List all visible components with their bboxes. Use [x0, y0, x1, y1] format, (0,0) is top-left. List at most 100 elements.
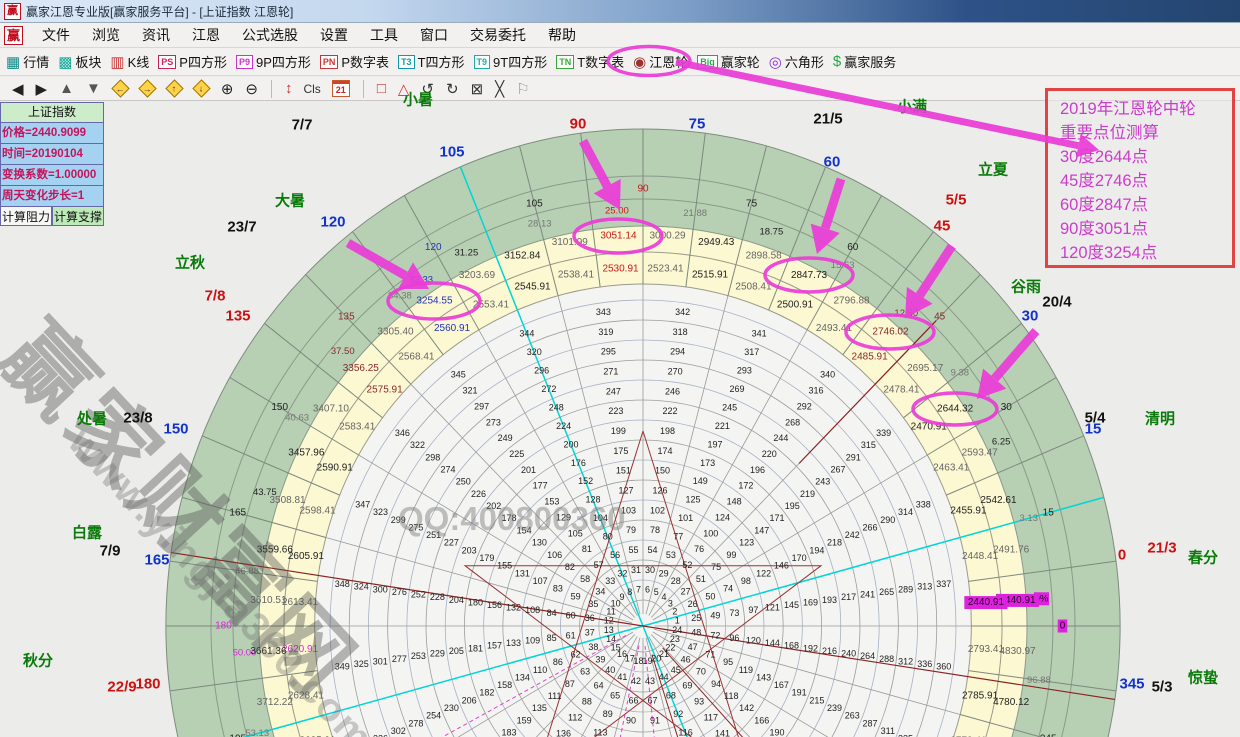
menu-item-8[interactable]: 交易委托 — [459, 25, 537, 45]
wheel-number: 2949.43 — [698, 237, 735, 248]
wheel-number: 312 — [898, 656, 913, 666]
menu-item-7[interactable]: 窗口 — [409, 25, 459, 45]
wheel-number: 224 — [556, 421, 571, 431]
zoom-out-icon[interactable]: ⊖ — [245, 80, 258, 98]
wheel-number: 36 — [585, 613, 595, 623]
updown-icon[interactable]: ↕ — [285, 80, 293, 97]
calc-resistance-button[interactable]: 计算阻力 — [0, 206, 52, 226]
wheel-number: 3457.96 — [288, 448, 325, 459]
param-row-3: 周天变化步长=1 — [0, 185, 104, 206]
toolbar-item-T数字表[interactable]: TNT数字表 — [556, 52, 624, 71]
menu-item-4[interactable]: 公式选股 — [231, 25, 309, 45]
flag-tool-icon[interactable]: ⚐ — [516, 80, 529, 98]
wheel-number: 40 — [605, 665, 615, 675]
back-icon[interactable]: ◀ — [12, 80, 24, 98]
wheel-number: 341 — [752, 328, 767, 338]
wheel-number: 4780.12 — [993, 697, 1030, 708]
wheel-number: 215 — [809, 695, 824, 705]
toolbar-item-六角形[interactable]: ◎六角形 — [769, 52, 824, 71]
menu-item-1[interactable]: 浏览 — [81, 25, 131, 45]
wheel-number: 32 — [617, 569, 627, 579]
wheel-number: 241 — [860, 590, 875, 600]
wheel-number: 131 — [515, 568, 530, 578]
wheel-number: 33.33 — [409, 275, 433, 286]
cross-tool-icon[interactable]: ╳ — [495, 80, 504, 98]
pyramid-up-icon[interactable]: ▲ — [59, 80, 74, 97]
pan-down-icon[interactable]: ↓ — [192, 79, 210, 97]
pyramid-down-icon[interactable]: ▼ — [86, 80, 101, 97]
wheel-number: 190 — [770, 728, 785, 737]
toolbar-item-T四方形[interactable]: T3T四方形 — [398, 52, 464, 71]
pan-right-icon[interactable]: → — [138, 79, 156, 97]
annotation-line-2: 30度2644点 — [1060, 145, 1232, 169]
forward-icon[interactable]: ▶ — [36, 80, 48, 98]
wheel-number: 145 — [784, 600, 799, 610]
wheel-number: 3.13 — [1020, 513, 1039, 524]
zoom-in-icon[interactable]: ⊕ — [221, 80, 234, 98]
menu-item-5[interactable]: 设置 — [309, 25, 359, 45]
toolbar-item-P数字表[interactable]: PNP数字表 — [320, 52, 389, 71]
wheel-number: 191 — [792, 688, 807, 698]
window-title: 赢家江恩专业版[赢家服务平台] - [上证指数 江恩轮] — [26, 3, 293, 20]
wheel-number: 322 — [410, 440, 425, 450]
toolbar-item-赢家轮[interactable]: Big赢家轮 — [697, 52, 760, 71]
wheel-outer-label-30: 30 — [1022, 308, 1039, 325]
wheel-number: 3254.55 — [416, 296, 453, 307]
wheel-number: 2523.41 — [647, 263, 684, 274]
gann-wheel-icon: ◉ — [633, 53, 646, 71]
pan-up-icon[interactable]: ↑ — [165, 79, 183, 97]
wheel-number: 296 — [534, 365, 549, 375]
rect-tool-icon[interactable]: □ — [377, 80, 386, 97]
wheel-number: 119 — [739, 665, 753, 675]
pan-left-icon[interactable]: ← — [111, 79, 129, 97]
toolbar-item-行情[interactable]: ▦行情 — [6, 52, 49, 71]
service-icon: $ — [833, 53, 841, 70]
select-box-icon[interactable]: ⊠ — [471, 80, 484, 98]
toolbar-item-K线[interactable]: ▥K线 — [110, 52, 149, 71]
menu-item-2[interactable]: 资讯 — [131, 25, 181, 45]
wheel-number: 170 — [792, 553, 807, 563]
wheel-number: 3152.84 — [504, 250, 541, 261]
wheel-number: 91 — [650, 716, 660, 726]
wheel-number: 95 — [723, 657, 733, 667]
wheel-outer-label-立夏: 立夏 — [978, 159, 1008, 180]
wheel-number: 230 — [444, 703, 459, 713]
wheel-number: 33 — [605, 576, 615, 586]
toolbar-item-P四方形[interactable]: PSP四方形 — [158, 52, 227, 71]
wheel-number: 93 — [694, 697, 704, 707]
winner-wheel-icon: Big — [697, 55, 718, 69]
annotation-line-0: 2019年江恩轮中轮 — [1060, 97, 1232, 121]
toolbar-item-江恩轮[interactable]: ◉江恩轮 — [633, 52, 688, 71]
menu-item-0[interactable]: 文件 — [31, 25, 81, 45]
menu-item-6[interactable]: 工具 — [359, 25, 409, 45]
wheel-number: 266 — [863, 522, 878, 532]
menu-item-3[interactable]: 江恩 — [181, 25, 231, 45]
wheel-number: 67 — [648, 696, 658, 706]
wheel-number: 53 — [666, 550, 676, 560]
wheel-number: 86 — [553, 657, 563, 667]
wheel-outer-label-处暑: 处暑 — [77, 408, 107, 429]
toolbar-item-板块[interactable]: ▩板块 — [58, 52, 101, 71]
rotate-cw-icon[interactable]: ↻ — [446, 80, 459, 98]
wheel-number: 72 — [710, 630, 720, 640]
wheel-number: 4830.97 — [999, 646, 1036, 657]
wheel-number: 155 — [497, 561, 512, 571]
wheel-number: 60 — [847, 242, 859, 253]
cls-button[interactable]: Cls — [303, 82, 320, 96]
toolbar-item-9P四方形[interactable]: P99P四方形 — [236, 52, 311, 71]
toolbar-item-9T四方形[interactable]: T99T四方形 — [474, 52, 548, 71]
calc-support-button[interactable]: 计算支撑 — [52, 206, 104, 226]
wheel-outer-label-15: 15 — [1085, 421, 1102, 438]
wheel-number: 2515.91 — [692, 270, 729, 281]
wheel-outer-label-大暑: 大暑 — [275, 190, 305, 211]
wheel-number: 117 — [704, 712, 718, 722]
menu-item-9[interactable]: 帮助 — [537, 25, 587, 45]
wheel-number: 142 — [739, 703, 754, 713]
calendar-icon[interactable]: 21 — [332, 80, 350, 97]
wheel-number: 94 — [711, 679, 721, 689]
toolbar-item-赢家服务[interactable]: $赢家服务 — [833, 52, 896, 71]
wheel-number: 195 — [785, 501, 800, 511]
wheel-number: 2613.41 — [282, 597, 319, 608]
wheel-number: 41 — [617, 672, 627, 682]
wheel-number: 302 — [391, 726, 406, 736]
